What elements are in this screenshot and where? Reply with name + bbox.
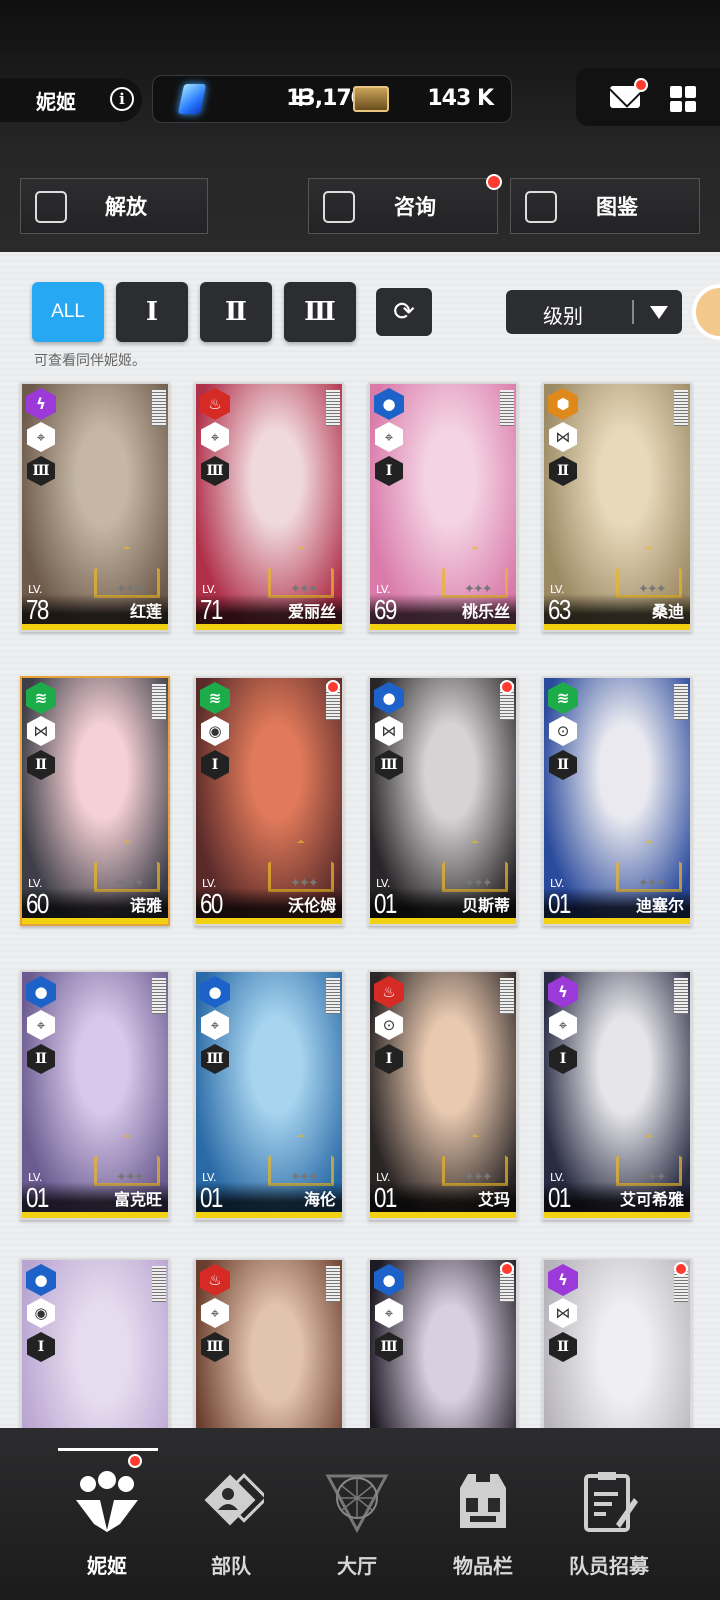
nikke-name: 红莲 [129, 602, 162, 621]
nikke-card[interactable]: ♨ ⌖ Ⅲ ✦✦✦ LV. 71 爱丽丝 [194, 382, 344, 632]
level-value: 01 [548, 1182, 571, 1213]
nikke-card[interactable]: ♨ ⌖ Ⅲ [194, 1258, 344, 1432]
utility-box [576, 68, 720, 126]
barcode-decoration [152, 684, 166, 720]
squad-icon [204, 1473, 264, 1526]
barcode-decoration [152, 1266, 166, 1302]
nikke-card[interactable]: ϟ ⌖ Ⅲ ✦✦✦ LV. 78 红莲 [20, 382, 170, 632]
nikke-name: 桑迪 [651, 602, 684, 621]
nikke-name: 诺雅 [129, 896, 162, 915]
filter-all-button[interactable]: ALL [32, 282, 104, 342]
nikke-card[interactable]: ● ⌖ Ⅱ ✦✦✦ LV. 01 富克旺 [20, 970, 170, 1220]
liberation-button[interactable]: 解放 [20, 178, 208, 234]
consult-notification-dot [486, 174, 502, 190]
nikke-name: 迪塞尔 [635, 896, 684, 915]
nav-lobby[interactable]: 大厅 [302, 1446, 412, 1586]
barcode-decoration [500, 978, 514, 1014]
sort-dropdown[interactable]: 级别 [506, 290, 682, 334]
info-icon[interactable]: i [110, 87, 134, 111]
nikke-card[interactable]: ● ⌖ Ⅲ ✦✦✦ LV. 01 海伦 [194, 970, 344, 1220]
nikke-card[interactable]: ≋ ◉ Ⅰ ✦✦✦ LV. 60 沃伦姆 [194, 676, 344, 926]
barcode-decoration [152, 978, 166, 1014]
nikke-name: 贝斯蒂 [461, 896, 510, 915]
page-title: 妮姬 [36, 89, 76, 114]
chevron-down-icon [650, 306, 668, 319]
level-value: 01 [374, 1182, 397, 1213]
barcode-decoration [674, 978, 688, 1014]
barcode-decoration [674, 684, 688, 720]
level-value: 01 [374, 888, 397, 919]
nikke-list-panel: ALL Ⅰ Ⅱ Ⅲ ⟳ 级别 可查看同伴妮姬。 ϟ ⌖ Ⅲ ✦✦✦ LV. 78 红莲 ♨ ⌖ Ⅲ… [0, 252, 720, 1432]
barcode-decoration [500, 390, 514, 426]
nav-squad[interactable]: 部队 [176, 1446, 286, 1586]
nikke-name: 富克旺 [113, 1190, 162, 1209]
level-value: 01 [200, 1182, 223, 1213]
level-value: 01 [548, 888, 571, 919]
side-tab[interactable] [692, 284, 720, 340]
level-value: 78 [26, 594, 49, 625]
credit-ticket-icon [353, 86, 389, 112]
lobby-globe-icon [325, 1474, 389, 1534]
add-gems-button[interactable]: + [289, 80, 312, 113]
nav-nikke[interactable]: 妮姬 [52, 1446, 162, 1586]
nikke-name: 海伦 [303, 1190, 336, 1209]
level-value: 60 [26, 888, 49, 919]
sort-label: 级别 [543, 304, 583, 328]
new-notification-dot [326, 680, 340, 694]
level-value: 71 [200, 594, 223, 625]
filter-burst-2-button[interactable]: Ⅱ [200, 282, 272, 342]
nav-inventory[interactable]: 物品栏 [428, 1446, 538, 1586]
inventory-vest-icon [460, 1474, 506, 1528]
nikke-card[interactable]: ≋ ⊙ Ⅱ ✦✦✦ LV. 01 迪塞尔 [542, 676, 692, 926]
nikke-card[interactable]: ♨ ⊙ Ⅰ ✦✦✦ LV. 01 艾玛 [368, 970, 518, 1220]
barcode-decoration [326, 390, 340, 426]
nikke-name: 艾玛 [477, 1190, 510, 1209]
level-value: 60 [200, 888, 223, 919]
nikke-card[interactable]: ● ◉ Ⅰ [20, 1258, 170, 1432]
level-value: 01 [26, 1182, 49, 1213]
new-notification-dot [500, 1262, 514, 1276]
level-value: 63 [548, 594, 571, 625]
menu-grid-icon[interactable] [670, 86, 696, 112]
level-value: 69 [374, 594, 397, 625]
new-notification-dot [674, 1262, 688, 1276]
nav-recruit[interactable]: 队员招募 [554, 1446, 664, 1586]
mail-notification-dot [634, 78, 648, 92]
nikke-card[interactable]: ≋ ⋈ Ⅱ ✦✦✦ LV. 60 诺雅 [20, 676, 170, 926]
barcode-decoration [326, 978, 340, 1014]
credit-count: 143 K [427, 86, 494, 111]
top-bar: 妮姬 i 13,170 + 143 K 解放 咨询 图鉴 [0, 0, 720, 252]
new-notification-dot [500, 680, 514, 694]
list-hint: 可查看同伴妮姬。 [34, 353, 146, 369]
gem-icon [177, 84, 207, 114]
currency-bar: 13,170 + 143 K [152, 75, 512, 123]
barcode-decoration [326, 1266, 340, 1302]
nikke-card[interactable]: ϟ ⌖ Ⅰ ✦✦✦ LV. 01 艾可希雅 [542, 970, 692, 1220]
bottom-navigation: 妮姬 部队 大厅 物品栏 队员招募 [0, 1428, 720, 1600]
nikke-card[interactable]: ● ⋈ Ⅲ ✦✦✦ LV. 01 贝斯蒂 [368, 676, 518, 926]
nikke-card[interactable]: ϟ ⋈ Ⅱ [542, 1258, 692, 1432]
refresh-icon[interactable]: ⟳ [376, 288, 432, 336]
nikke-notification-dot [128, 1454, 142, 1468]
consult-button[interactable]: 咨询 [308, 178, 498, 234]
barcode-decoration [152, 390, 166, 426]
barcode-decoration [674, 390, 688, 426]
nikke-card[interactable]: ● ⌖ Ⅲ [368, 1258, 518, 1432]
filter-burst-3-button[interactable]: Ⅲ [284, 282, 356, 342]
nikke-name: 爱丽丝 [287, 602, 336, 621]
nikke-people-icon [76, 1471, 138, 1532]
nikke-name: 桃乐丝 [461, 602, 510, 621]
nikke-name: 沃伦姆 [287, 896, 336, 915]
filter-burst-1-button[interactable]: Ⅰ [116, 282, 188, 342]
nikke-name: 艾可希雅 [619, 1190, 684, 1209]
nikke-card[interactable]: ⬢ ⋈ Ⅱ ✦✦✦ LV. 63 桑迪 [542, 382, 692, 632]
codex-button[interactable]: 图鉴 [510, 178, 700, 234]
recruit-clipboard-icon [584, 1472, 638, 1532]
nikke-card[interactable]: ● ⌖ Ⅰ ✦✦✦ LV. 69 桃乐丝 [368, 382, 518, 632]
